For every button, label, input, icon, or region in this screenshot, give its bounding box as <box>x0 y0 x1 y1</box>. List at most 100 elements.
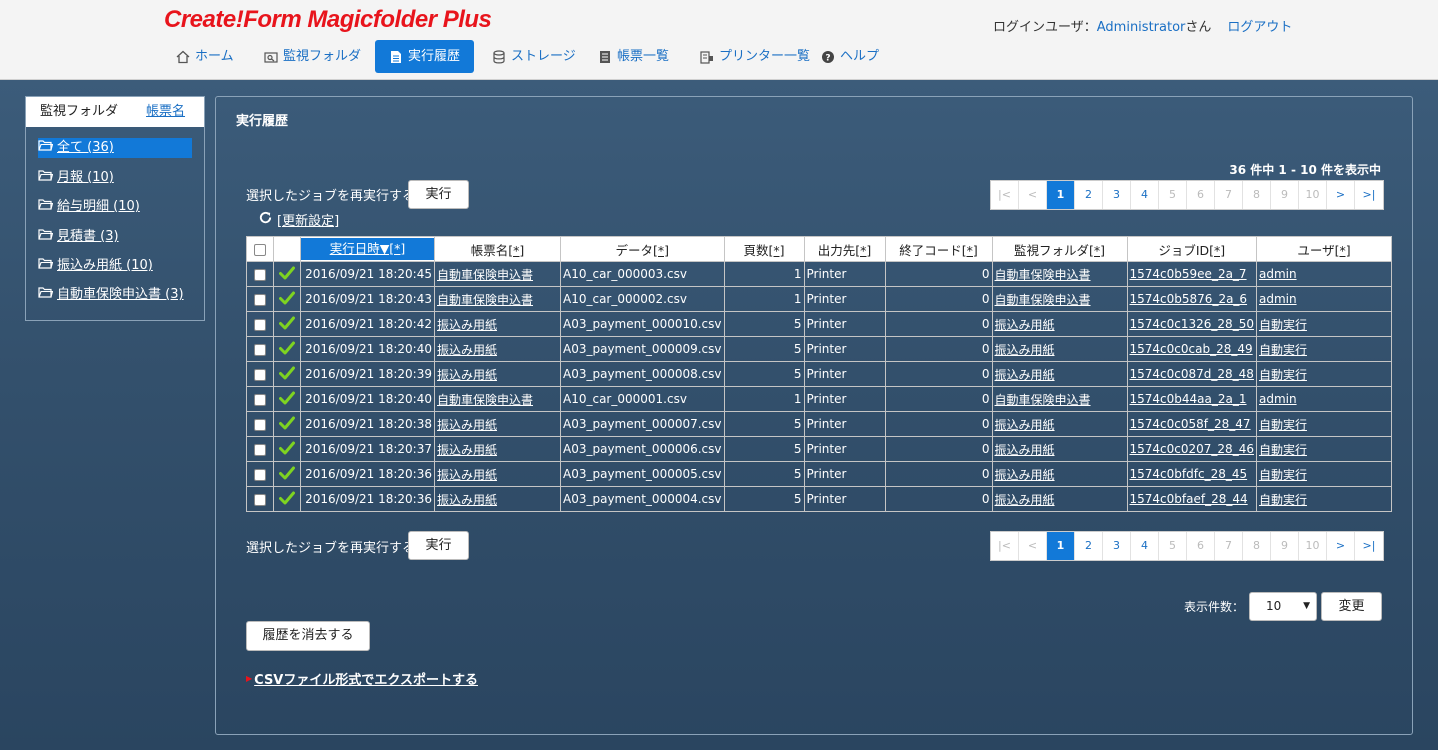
folder-link[interactable]: 振込み用紙 <box>995 443 1055 457</box>
nav-home[interactable]: ホーム <box>176 40 234 73</box>
form-link[interactable]: 自動車保険申込書 <box>437 293 533 307</box>
jobid-link[interactable]: 1574c0c0207_28_46 <box>1130 442 1254 456</box>
folder-link[interactable]: 振込み用紙 <box>995 343 1055 357</box>
folder-link[interactable]: 振込み用紙 <box>995 318 1055 332</box>
form-link[interactable]: 自動車保険申込書 <box>437 393 533 407</box>
folder-item[interactable]: 見積書 (3) <box>38 227 119 247</box>
jobid-link[interactable]: 1574c0bfaef_28_44 <box>1130 492 1248 506</box>
row-checkbox[interactable] <box>254 268 266 281</box>
page-link[interactable]: 5 <box>1159 181 1187 209</box>
page-link[interactable]: > <box>1327 181 1355 209</box>
form-link[interactable]: 振込み用紙 <box>437 493 497 507</box>
page-link[interactable]: 3 <box>1103 181 1131 209</box>
form-link[interactable]: 振込み用紙 <box>437 343 497 357</box>
folder-link[interactable]: 自動車保険申込書 <box>995 293 1091 307</box>
sort-jobid-link[interactable]: [*] <box>1209 243 1225 258</box>
page-link[interactable]: 6 <box>1187 181 1215 209</box>
nav-history[interactable]: 実行履歴 <box>375 40 475 73</box>
folder-item[interactable]: 給与明細 (10) <box>38 197 140 217</box>
user-link[interactable]: admin <box>1259 267 1297 281</box>
tab-form-name[interactable]: 帳票名 <box>132 97 199 127</box>
nav-printer-list[interactable]: プリンター一覧 <box>700 40 810 73</box>
sort-pages-link[interactable]: [*] <box>769 243 785 258</box>
page-link[interactable]: 2 <box>1075 532 1103 560</box>
page-link[interactable]: 1 <box>1047 181 1075 209</box>
form-link[interactable]: 振込み用紙 <box>437 443 497 457</box>
page-link[interactable]: > <box>1327 532 1355 560</box>
user-link[interactable]: 自動実行 <box>1259 368 1307 382</box>
select-all-checkbox[interactable] <box>254 244 266 256</box>
logout-link[interactable]: ログアウト <box>1227 20 1292 35</box>
row-checkbox[interactable] <box>254 368 266 381</box>
sort-output-link[interactable]: [*] <box>855 243 871 258</box>
row-checkbox[interactable] <box>254 418 266 431</box>
rerun-button-top[interactable]: 実行 <box>408 180 469 209</box>
user-link[interactable]: 自動実行 <box>1259 318 1307 332</box>
export-csv-link[interactable]: ▶ CSVファイル形式でエクスポートする <box>246 669 478 688</box>
folder-link[interactable]: 振込み用紙 <box>995 368 1055 382</box>
jobid-link[interactable]: 1574c0b44aa_2a_1 <box>1130 392 1247 406</box>
page-link[interactable]: 4 <box>1131 181 1159 209</box>
nav-form-list[interactable]: 帳票一覧 <box>598 40 669 73</box>
sort-data-link[interactable]: [*] <box>653 243 669 258</box>
jobid-link[interactable]: 1574c0c058f_28_47 <box>1130 417 1251 431</box>
folder-item[interactable]: 振込み用紙 (10) <box>38 256 153 276</box>
tab-watch-folder[interactable]: 監視フォルダ <box>26 97 132 127</box>
page-link[interactable]: |< <box>991 532 1019 560</box>
user-link[interactable]: 自動実行 <box>1259 343 1307 357</box>
nav-storage[interactable]: ストレージ <box>492 40 576 73</box>
form-link[interactable]: 振込み用紙 <box>437 418 497 432</box>
form-link[interactable]: 振込み用紙 <box>437 468 497 482</box>
page-link[interactable]: |< <box>991 181 1019 209</box>
nav-watch-folder[interactable]: 監視フォルダ <box>264 40 361 73</box>
page-link[interactable]: 10 <box>1299 181 1327 209</box>
folder-item[interactable]: 全て (36) <box>38 138 192 158</box>
page-link[interactable]: 8 <box>1243 532 1271 560</box>
form-link[interactable]: 振込み用紙 <box>437 368 497 382</box>
user-link[interactable]: 自動実行 <box>1259 443 1307 457</box>
folder-item[interactable]: 自動車保険申込書 (3) <box>38 285 184 305</box>
page-link[interactable]: 3 <box>1103 532 1131 560</box>
clear-history-button[interactable]: 履歴を消去する <box>246 621 370 651</box>
page-link[interactable]: 5 <box>1159 532 1187 560</box>
jobid-link[interactable]: 1574c0bfdfc_28_45 <box>1130 467 1248 481</box>
page-link[interactable]: < <box>1019 181 1047 209</box>
jobid-link[interactable]: 1574c0b5876_2a_6 <box>1130 292 1248 306</box>
page-link[interactable]: 4 <box>1131 532 1159 560</box>
change-page-size-button[interactable]: 変更 <box>1321 592 1382 621</box>
user-link[interactable]: 自動実行 <box>1259 493 1307 507</box>
user-link[interactable]: 自動実行 <box>1259 468 1307 482</box>
jobid-link[interactable]: 1574c0c1326_28_50 <box>1130 317 1254 331</box>
user-link[interactable]: admin <box>1259 292 1297 306</box>
folder-item[interactable]: 月報 (10) <box>38 168 114 188</box>
page-link[interactable]: 2 <box>1075 181 1103 209</box>
sort-user-link[interactable]: [*] <box>1335 243 1351 258</box>
page-size-select[interactable]: 10 ▼ <box>1249 592 1317 621</box>
jobid-link[interactable]: 1574c0c087d_28_48 <box>1130 367 1254 381</box>
rerun-button-bottom[interactable]: 実行 <box>408 531 469 560</box>
refresh-settings[interactable]: [更新設定] <box>258 210 339 229</box>
col-date-header[interactable]: 実行日時▼[*] <box>300 236 435 262</box>
row-checkbox[interactable] <box>254 468 266 481</box>
jobid-link[interactable]: 1574c0b59ee_2a_7 <box>1130 267 1247 281</box>
user-link[interactable]: 自動実行 <box>1259 418 1307 432</box>
folder-link[interactable]: 振込み用紙 <box>995 468 1055 482</box>
jobid-link[interactable]: 1574c0c0cab_28_49 <box>1130 342 1253 356</box>
row-checkbox[interactable] <box>254 443 266 456</box>
row-checkbox[interactable] <box>254 343 266 356</box>
form-link[interactable]: 自動車保険申込書 <box>437 268 533 282</box>
user-link[interactable]: admin <box>1259 392 1297 406</box>
page-link[interactable]: 1 <box>1047 532 1075 560</box>
page-link[interactable]: 7 <box>1215 532 1243 560</box>
row-checkbox[interactable] <box>254 293 266 306</box>
form-link[interactable]: 振込み用紙 <box>437 318 497 332</box>
row-checkbox[interactable] <box>254 393 266 406</box>
page-link[interactable]: 6 <box>1187 532 1215 560</box>
page-link[interactable]: 9 <box>1271 181 1299 209</box>
page-link[interactable]: < <box>1019 532 1047 560</box>
row-checkbox[interactable] <box>254 493 266 506</box>
page-link[interactable]: 8 <box>1243 181 1271 209</box>
folder-link[interactable]: 振込み用紙 <box>995 493 1055 507</box>
sort-exit-link[interactable]: [*] <box>962 243 978 258</box>
folder-link[interactable]: 自動車保険申込書 <box>995 268 1091 282</box>
